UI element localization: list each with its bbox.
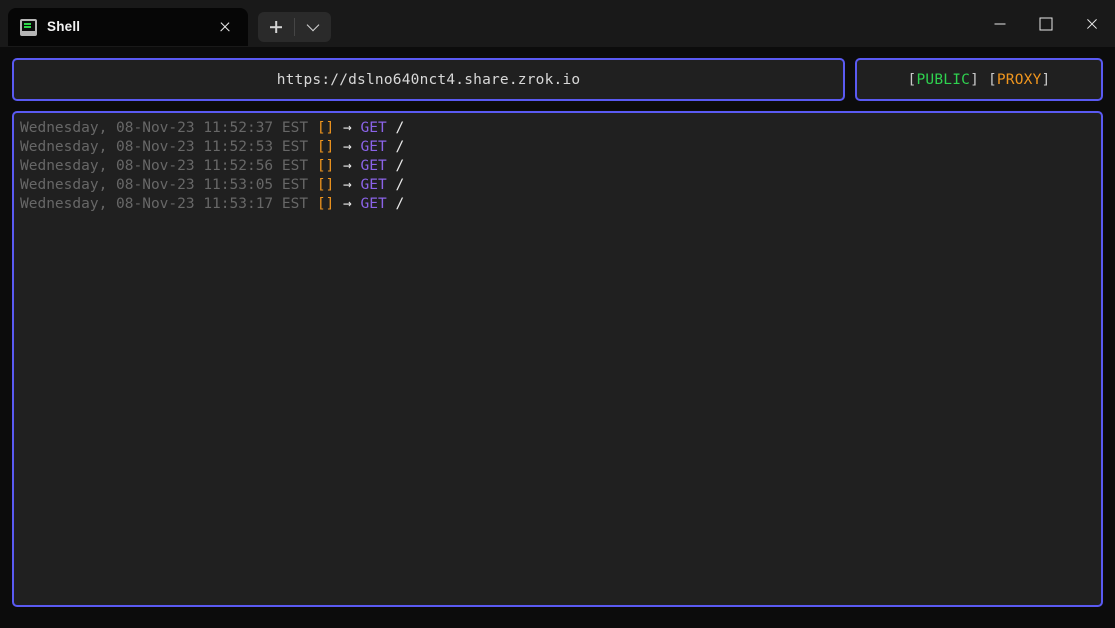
share-backend-value: PROXY (997, 72, 1042, 88)
maximize-icon[interactable] (1023, 0, 1069, 47)
window-titlebar: Shell (0, 0, 1115, 47)
bracket-close-2: ] (1042, 72, 1051, 88)
bracket-close: ] (970, 72, 979, 88)
log-path: / (395, 177, 404, 193)
log-method: GET (361, 139, 387, 155)
zrok-share-app: https://dslno640nct4.share.zrok.io [ PUBL… (0, 47, 1115, 628)
log-tags: [] (317, 158, 334, 174)
log-line: Wednesday, 08-Nov-23 11:52:56 EST [] → G… (20, 157, 1093, 176)
request-log-panel[interactable]: Wednesday, 08-Nov-23 11:52:37 EST [] → G… (12, 111, 1103, 607)
log-timestamp: Wednesday, 08-Nov-23 11:52:53 EST (20, 139, 308, 155)
log-tags: [] (317, 139, 334, 155)
window-controls (977, 0, 1115, 47)
minimize-icon[interactable] (977, 0, 1023, 47)
share-header: https://dslno640nct4.share.zrok.io [ PUBL… (12, 58, 1103, 101)
bracket-open-2: [ (988, 72, 997, 88)
log-line: Wednesday, 08-Nov-23 11:53:05 EST [] → G… (20, 176, 1093, 195)
log-tags: [] (317, 196, 334, 212)
badge-separator (979, 72, 988, 88)
share-mode-value: PUBLIC (916, 72, 970, 88)
plus-icon[interactable] (258, 12, 294, 42)
log-timestamp: Wednesday, 08-Nov-23 11:53:17 EST (20, 196, 308, 212)
log-arrow: → (343, 177, 352, 193)
tab-actions-group (258, 12, 331, 42)
log-timestamp: Wednesday, 08-Nov-23 11:52:56 EST (20, 158, 308, 174)
request-log-lines: Wednesday, 08-Nov-23 11:52:37 EST [] → G… (20, 119, 1093, 214)
log-arrow: → (343, 158, 352, 174)
log-arrow: → (343, 139, 352, 155)
log-path: / (395, 120, 404, 136)
log-tags: [] (317, 177, 334, 193)
log-method: GET (361, 196, 387, 212)
log-path: / (395, 139, 404, 155)
log-line: Wednesday, 08-Nov-23 11:53:17 EST [] → G… (20, 195, 1093, 214)
share-mode-badge: [PUBLIC] [PROXY] (855, 58, 1103, 101)
log-method: GET (361, 120, 387, 136)
log-line: Wednesday, 08-Nov-23 11:52:53 EST [] → G… (20, 138, 1093, 157)
share-url-text: https://dslno640nct4.share.zrok.io (277, 72, 581, 88)
log-path: / (395, 196, 404, 212)
log-line: Wednesday, 08-Nov-23 11:52:37 EST [] → G… (20, 119, 1093, 138)
tab-strip: Shell (0, 0, 331, 47)
log-timestamp: Wednesday, 08-Nov-23 11:52:37 EST (20, 120, 308, 136)
log-arrow: → (343, 196, 352, 212)
chevron-down-icon[interactable] (295, 12, 331, 42)
log-arrow: → (343, 120, 352, 136)
terminal-icon (20, 19, 37, 36)
log-tags: [] (317, 120, 334, 136)
log-path: / (395, 158, 404, 174)
share-url-field[interactable]: https://dslno640nct4.share.zrok.io (12, 58, 845, 101)
tab-title: Shell (47, 8, 202, 46)
log-method: GET (361, 177, 387, 193)
tab-shell[interactable]: Shell (8, 8, 248, 46)
log-timestamp: Wednesday, 08-Nov-23 11:53:05 EST (20, 177, 308, 193)
log-method: GET (361, 158, 387, 174)
close-icon[interactable] (212, 14, 238, 40)
share-mode-text: [PUBLIC] [PROXY] (908, 72, 1051, 88)
close-window-icon[interactable] (1069, 0, 1115, 47)
